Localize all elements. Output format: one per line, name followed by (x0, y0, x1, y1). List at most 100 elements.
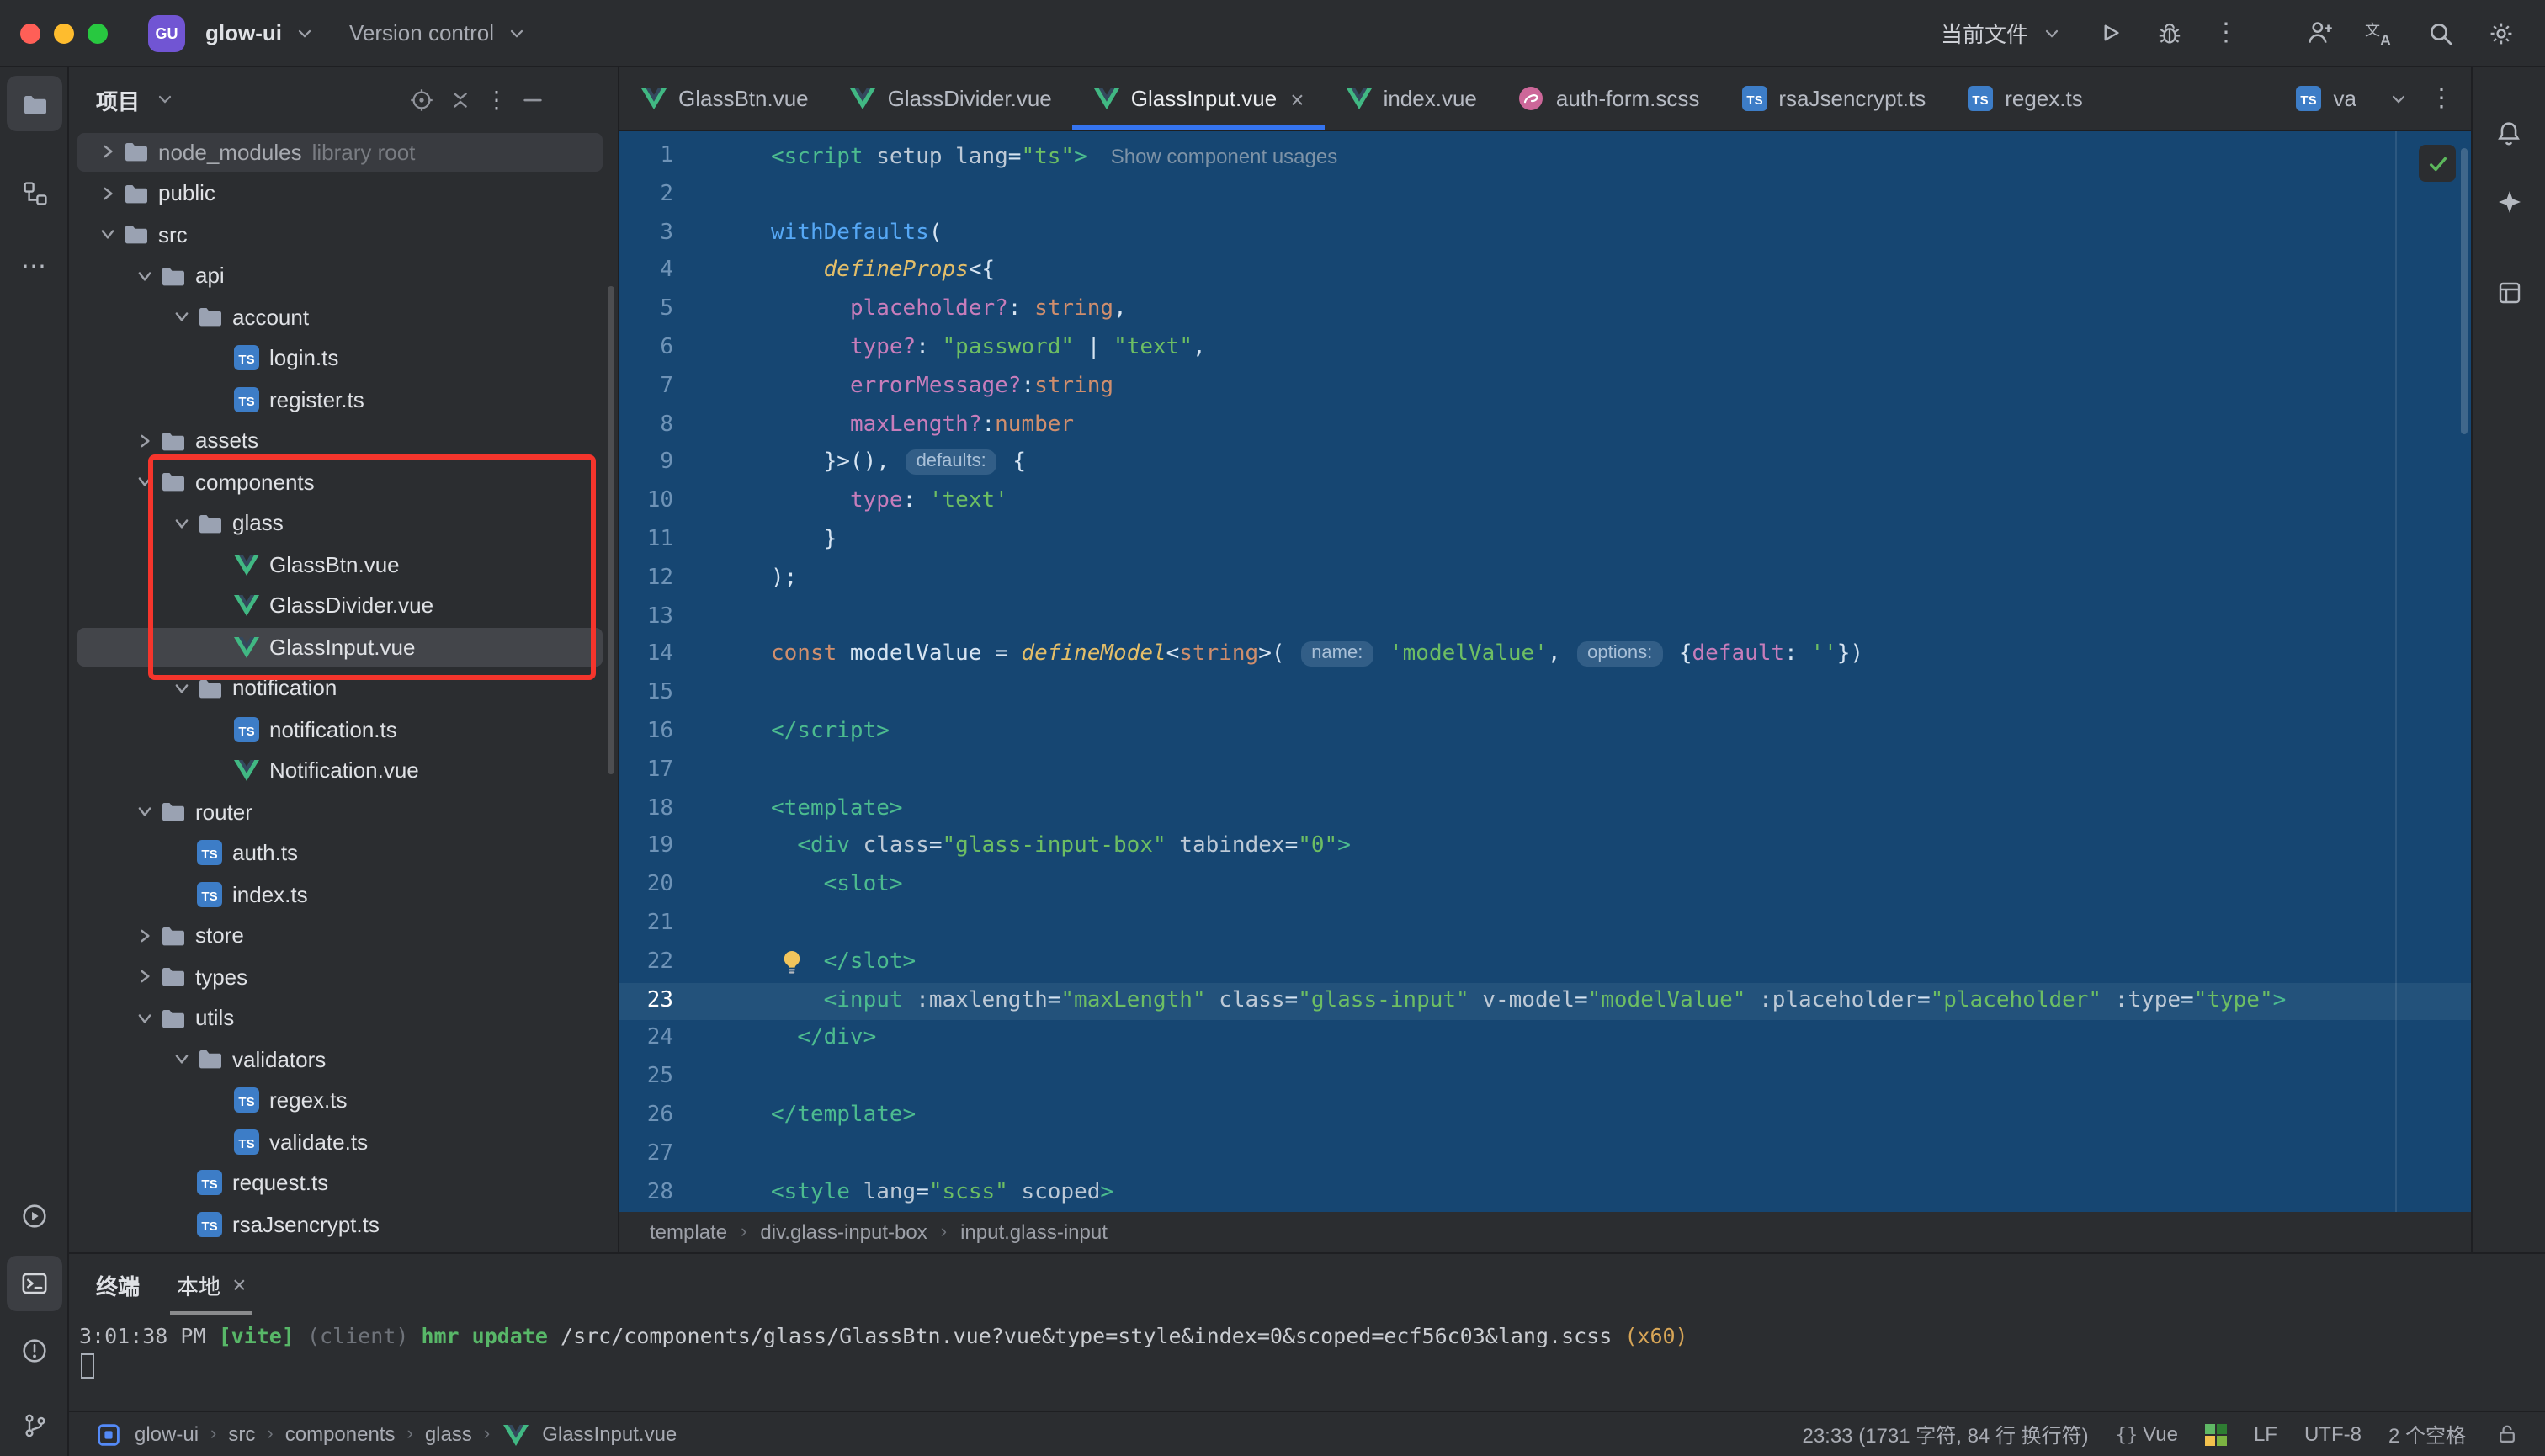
tree-item-router[interactable]: router (69, 791, 618, 832)
project-panel-title[interactable]: 项目 (96, 83, 140, 115)
toolwindow-services-button[interactable] (7, 1188, 62, 1244)
tree-item-notification[interactable]: notification (69, 667, 618, 709)
tree-item-notification-vue[interactable]: Notification.vue (69, 750, 618, 791)
toolwindow-problems-button[interactable] (7, 1323, 62, 1379)
toolwindow-project-button[interactable] (7, 76, 62, 131)
breadcrumb-item[interactable]: template (650, 1220, 727, 1244)
close-button[interactable] (20, 23, 40, 43)
tab-auth-form-scss[interactable]: auth-form.scss (1497, 67, 1720, 130)
toolwindow-more-tool-windows-button[interactable]: ⋯ (7, 237, 62, 293)
chevron-down-icon[interactable] (130, 468, 158, 497)
lock-icon[interactable] (2493, 1420, 2521, 1448)
intention-bulb-icon[interactable] (781, 949, 803, 980)
tree-item-types[interactable]: types (69, 956, 618, 997)
chevron-down-icon[interactable] (130, 262, 158, 290)
toolwindow-terminal-button[interactable] (7, 1256, 62, 1311)
tree-item-public[interactable]: public (69, 173, 618, 214)
terminal-tab-local[interactable]: 本地 × (177, 1254, 246, 1315)
tree-item-node-modules[interactable]: node_moduleslibrary root (69, 131, 618, 173)
tree-item-login-ts[interactable]: TSlogin.ts (69, 337, 618, 379)
chevron-down-icon[interactable] (93, 221, 121, 249)
toolwindow-structure-button[interactable] (7, 165, 62, 221)
tree-item-regex-ts[interactable]: TSregex.ts (69, 1080, 618, 1121)
chevron-down-icon[interactable] (167, 303, 195, 332)
status-path-item[interactable]: GlassInput.vue (542, 1422, 677, 1446)
more-options-icon[interactable]: ⋮ (485, 88, 508, 111)
tab-glassbtn-vue[interactable]: GlassBtn.vue (619, 67, 829, 130)
add-user-icon[interactable] (2303, 16, 2336, 50)
tree-item-src[interactable]: src (69, 214, 618, 255)
tab-index-vue[interactable]: index.vue (1325, 67, 1497, 130)
chevron-down-icon[interactable] (167, 509, 195, 538)
language-widget[interactable]: {}Vue (2116, 1422, 2178, 1446)
code-vision-hint[interactable]: Show component usages (1111, 145, 1338, 168)
vcs-menu[interactable]: Version control (349, 19, 531, 47)
toolwindow-ai-assistant-button[interactable] (2481, 173, 2537, 229)
tree-item-api[interactable]: api (69, 255, 618, 296)
terminal-output[interactable]: 3:01:38 PM [vite] (client) hmr update /s… (69, 1315, 2545, 1385)
inlay-hint[interactable]: name: (1301, 642, 1373, 667)
tab-va[interactable]: TSva (2275, 67, 2377, 130)
close-icon[interactable]: × (1290, 85, 1304, 112)
debug-icon[interactable] (2153, 16, 2186, 50)
tree-item-glassinput-vue[interactable]: GlassInput.vue (69, 626, 618, 667)
tree-item-store[interactable]: store (69, 915, 618, 956)
search-icon[interactable] (2424, 16, 2457, 50)
chevron-right-icon[interactable] (93, 179, 121, 208)
editor-scrollbar[interactable] (2461, 148, 2468, 434)
translate-icon[interactable]: 文A (2363, 16, 2397, 50)
breadcrumb-item[interactable]: input.glass-input (960, 1220, 1108, 1244)
tab-regex-ts[interactable]: TSregex.ts (1946, 67, 2103, 130)
toolwindow-notifications-button[interactable] (2481, 106, 2537, 162)
chevron-right-icon[interactable] (130, 922, 158, 950)
chevron-down-icon[interactable] (2383, 84, 2412, 113)
close-icon[interactable]: × (232, 1271, 246, 1298)
settings-gear-icon[interactable] (2484, 16, 2518, 50)
tab-glassinput-vue[interactable]: GlassInput.vue× (1072, 67, 1325, 130)
project-menu[interactable]: glow-ui (205, 19, 319, 47)
tree-item-assets[interactable]: assets (69, 420, 618, 461)
chevron-down-icon[interactable] (167, 674, 195, 703)
tree-item-auth-ts[interactable]: TSauth.ts (69, 832, 618, 874)
tree-scrollbar[interactable] (608, 286, 614, 774)
tree-item-index-ts[interactable]: TSindex.ts (69, 874, 618, 915)
indent-widget[interactable]: 2 个空格 (2388, 1420, 2466, 1448)
collapse-all-icon[interactable] (446, 85, 475, 114)
tab-rsajsencrypt-ts[interactable]: TSrsaJsencrypt.ts (1719, 67, 1946, 130)
locate-file-icon[interactable] (407, 85, 436, 114)
tree-item-register-ts[interactable]: TSregister.ts (69, 379, 618, 420)
more-actions-icon[interactable]: ⋮ (2213, 20, 2239, 45)
inspections-widget[interactable] (2419, 145, 2456, 182)
tab-glassdivider-vue[interactable]: GlassDivider.vue (829, 67, 1072, 130)
toolwindow-package-button[interactable] (2481, 264, 2537, 320)
tree-item-glassbtn-vue[interactable]: GlassBtn.vue (69, 544, 618, 585)
play-icon[interactable] (2092, 16, 2126, 50)
tree-item-account[interactable]: account (69, 296, 618, 337)
caret-position-widget[interactable]: 23:33 (1731 字符, 84 行 换行符) (1802, 1420, 2088, 1448)
inlay-hint[interactable]: defaults: (906, 450, 996, 476)
tree-item-validators[interactable]: validators (69, 1039, 618, 1080)
toolwindow-git-branch-button[interactable] (7, 1397, 62, 1453)
status-path-item[interactable]: glow-ui (135, 1422, 199, 1446)
inlay-hint[interactable]: options: (1577, 642, 1662, 667)
encoding-widget[interactable]: UTF-8 (2304, 1422, 2362, 1446)
chevron-down-icon[interactable] (130, 1004, 158, 1033)
status-path-item[interactable]: components (285, 1422, 396, 1446)
tree-item-glassdivider-vue[interactable]: GlassDivider.vue (69, 585, 618, 626)
tree-item-utils[interactable]: utils (69, 997, 618, 1039)
plugin-grid-icon[interactable] (2205, 1423, 2227, 1445)
tree-item-components[interactable]: components (69, 461, 618, 502)
chevron-right-icon[interactable] (130, 963, 158, 991)
tree-item-validate-ts[interactable]: TSvalidate.ts (69, 1121, 618, 1162)
chevron-down-icon[interactable] (167, 1045, 195, 1074)
zoom-button[interactable] (88, 23, 108, 43)
tree-item-notification-ts[interactable]: TSnotification.ts (69, 709, 618, 750)
status-path-item[interactable]: src (228, 1422, 255, 1446)
terminal-title[interactable]: 终端 (96, 1268, 140, 1300)
run-config-selector[interactable]: 当前文件 (1941, 17, 2065, 49)
code-area[interactable]: <script setup lang="ts">Show component u… (771, 138, 2286, 1212)
tab-options-icon[interactable]: ⋮ (2429, 86, 2454, 111)
chevron-down-icon[interactable] (130, 798, 158, 826)
tree-item-rsajsencrypt-ts[interactable]: TSrsaJsencrypt.ts (69, 1204, 618, 1245)
chevron-down-icon[interactable] (150, 85, 178, 114)
